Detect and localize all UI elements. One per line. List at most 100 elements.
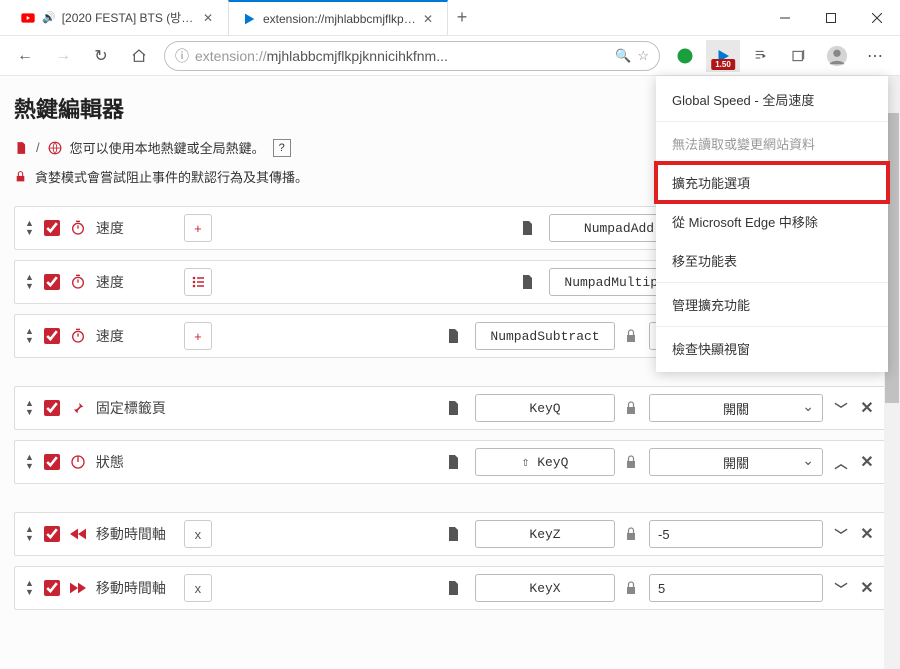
close-icon[interactable]: ✕	[423, 12, 435, 26]
expand-toggle[interactable]: ︿	[833, 453, 849, 472]
value-select[interactable]: 開關	[649, 394, 823, 422]
help-button[interactable]: ?	[273, 139, 291, 157]
extension-adblock-icon[interactable]	[668, 40, 702, 72]
address-bar[interactable]: ⓘ extension://mjhlabbcmjflkpjknnicihkfnm…	[164, 41, 660, 71]
key-binding-button[interactable]: NumpadSubtract	[475, 322, 615, 350]
reorder-handle[interactable]: ▲▼	[25, 273, 34, 291]
plus-button[interactable]: +	[184, 322, 212, 350]
lock-icon[interactable]	[625, 329, 639, 343]
hotkey-row: ▲▼狀態⇧ KeyQ開關︿✕	[14, 440, 886, 484]
menu-item-options[interactable]: 擴充功能選項	[656, 163, 888, 202]
expand-toggle[interactable]: ﹀	[833, 399, 849, 418]
reorder-handle[interactable]: ▲▼	[25, 399, 34, 417]
hotkey-row: ▲▼ 移動時間軸 x KeyX ﹀ ✕	[14, 566, 886, 610]
reorder-handle[interactable]: ▲▼	[25, 525, 34, 543]
row-label: 速度	[96, 218, 174, 238]
enable-checkbox[interactable]	[44, 274, 60, 290]
tab-youtube[interactable]: 🔊 [2020 FESTA] BTS (방탄소년 ✕	[8, 0, 228, 35]
enable-checkbox[interactable]	[44, 580, 60, 596]
youtube-icon	[20, 10, 36, 26]
x-small-button[interactable]: x	[184, 520, 212, 548]
menu-item-remove[interactable]: 從 Microsoft Edge 中移除	[656, 202, 888, 241]
key-binding-button[interactable]: KeyX	[475, 574, 615, 602]
plus-button[interactable]: +	[184, 214, 212, 242]
info-icon[interactable]: ⓘ	[175, 46, 189, 66]
reorder-handle[interactable]: ▲▼	[25, 219, 34, 237]
enable-checkbox[interactable]	[44, 328, 60, 344]
menu-item-manage[interactable]: 管理擴充功能	[656, 285, 888, 324]
row-type-icon	[70, 274, 86, 290]
delete-row-button[interactable]: ✕	[859, 452, 875, 472]
play-icon	[241, 11, 257, 27]
zoom-icon[interactable]: 🔍	[615, 48, 631, 64]
reorder-handle[interactable]: ▲▼	[25, 579, 34, 597]
lock-icon[interactable]	[625, 455, 639, 469]
file-icon[interactable]	[447, 527, 461, 541]
extension-badge: 1.50	[711, 59, 735, 70]
menu-item-cannot-read: 無法讀取或變更網站資料	[656, 124, 888, 163]
tab-label: extension://mjhlabbcmjflkpjknni	[263, 12, 417, 26]
extension-globalspeed-icon[interactable]: 1.50	[706, 40, 740, 72]
enable-checkbox[interactable]	[44, 220, 60, 236]
reorder-handle[interactable]: ▲▼	[25, 327, 34, 345]
media-button[interactable]	[744, 40, 778, 72]
back-button[interactable]: ←	[8, 40, 42, 72]
menu-separator	[656, 121, 888, 122]
file-icon[interactable]	[447, 329, 461, 343]
browser-titlebar: 🔊 [2020 FESTA] BTS (방탄소년 ✕ extension://m…	[0, 0, 900, 36]
key-binding-button[interactable]: KeyQ	[475, 394, 615, 422]
delete-row-button[interactable]: ✕	[859, 524, 875, 544]
profile-button[interactable]	[820, 40, 854, 72]
menu-separator	[656, 282, 888, 283]
info-text: 您可以使用本地熱鍵或全局熱鍵。	[70, 138, 265, 157]
lock-icon[interactable]	[625, 581, 639, 595]
delete-row-button[interactable]: ✕	[859, 578, 875, 598]
enable-checkbox[interactable]	[44, 400, 60, 416]
collections-button[interactable]	[782, 40, 816, 72]
enable-checkbox[interactable]	[44, 454, 60, 470]
close-icon[interactable]: ✕	[203, 11, 215, 25]
speaker-icon: 🔊	[42, 11, 56, 24]
tab-extension[interactable]: extension://mjhlabbcmjflkpjknni ✕	[228, 0, 448, 35]
reorder-handle[interactable]: ▲▼	[25, 453, 34, 471]
menu-button[interactable]: ⋯	[858, 40, 892, 72]
refresh-button[interactable]: ↻	[84, 40, 118, 72]
favorite-icon[interactable]: ☆	[637, 48, 649, 64]
menu-item-move-to-menu[interactable]: 移至功能表	[656, 241, 888, 280]
hotkey-row: ▲▼固定標籤頁KeyQ開關﹀✕	[14, 386, 886, 430]
file-icon	[14, 141, 28, 155]
expand-toggle[interactable]: ﹀	[833, 525, 849, 544]
lock-icon[interactable]	[625, 401, 639, 415]
maximize-button[interactable]	[808, 0, 854, 35]
file-icon[interactable]	[521, 275, 535, 289]
enable-checkbox[interactable]	[44, 526, 60, 542]
file-icon[interactable]	[521, 221, 535, 235]
forward-button[interactable]: →	[46, 40, 80, 72]
file-icon[interactable]	[447, 401, 461, 415]
new-tab-button[interactable]: +	[448, 0, 476, 35]
value-input[interactable]	[649, 520, 823, 548]
minimize-button[interactable]	[762, 0, 808, 35]
globe-icon	[48, 141, 62, 155]
url-text: extension://mjhlabbcmjflkpjknnicihkfnm..…	[195, 48, 609, 64]
row-type-icon	[70, 328, 86, 344]
list-button[interactable]	[184, 268, 212, 296]
file-icon[interactable]	[447, 455, 461, 469]
row-type-icon	[70, 400, 86, 416]
tab-label: [2020 FESTA] BTS (방탄소년	[62, 9, 197, 26]
lock-icon[interactable]	[625, 527, 639, 541]
delete-row-button[interactable]: ✕	[859, 398, 875, 418]
x-small-button[interactable]: x	[184, 574, 212, 602]
value-input[interactable]	[649, 574, 823, 602]
expand-toggle[interactable]: ﹀	[833, 579, 849, 598]
close-window-button[interactable]	[854, 0, 900, 35]
window-controls	[762, 0, 900, 35]
menu-item-inspect[interactable]: 檢查快顯視窗	[656, 329, 888, 368]
row-type-icon	[70, 454, 86, 470]
file-icon[interactable]	[447, 581, 461, 595]
row-label: 移動時間軸	[96, 578, 174, 598]
key-binding-button[interactable]: ⇧ KeyQ	[475, 448, 615, 476]
home-button[interactable]	[122, 40, 156, 72]
key-binding-button[interactable]: KeyZ	[475, 520, 615, 548]
value-select[interactable]: 開關	[649, 448, 823, 476]
